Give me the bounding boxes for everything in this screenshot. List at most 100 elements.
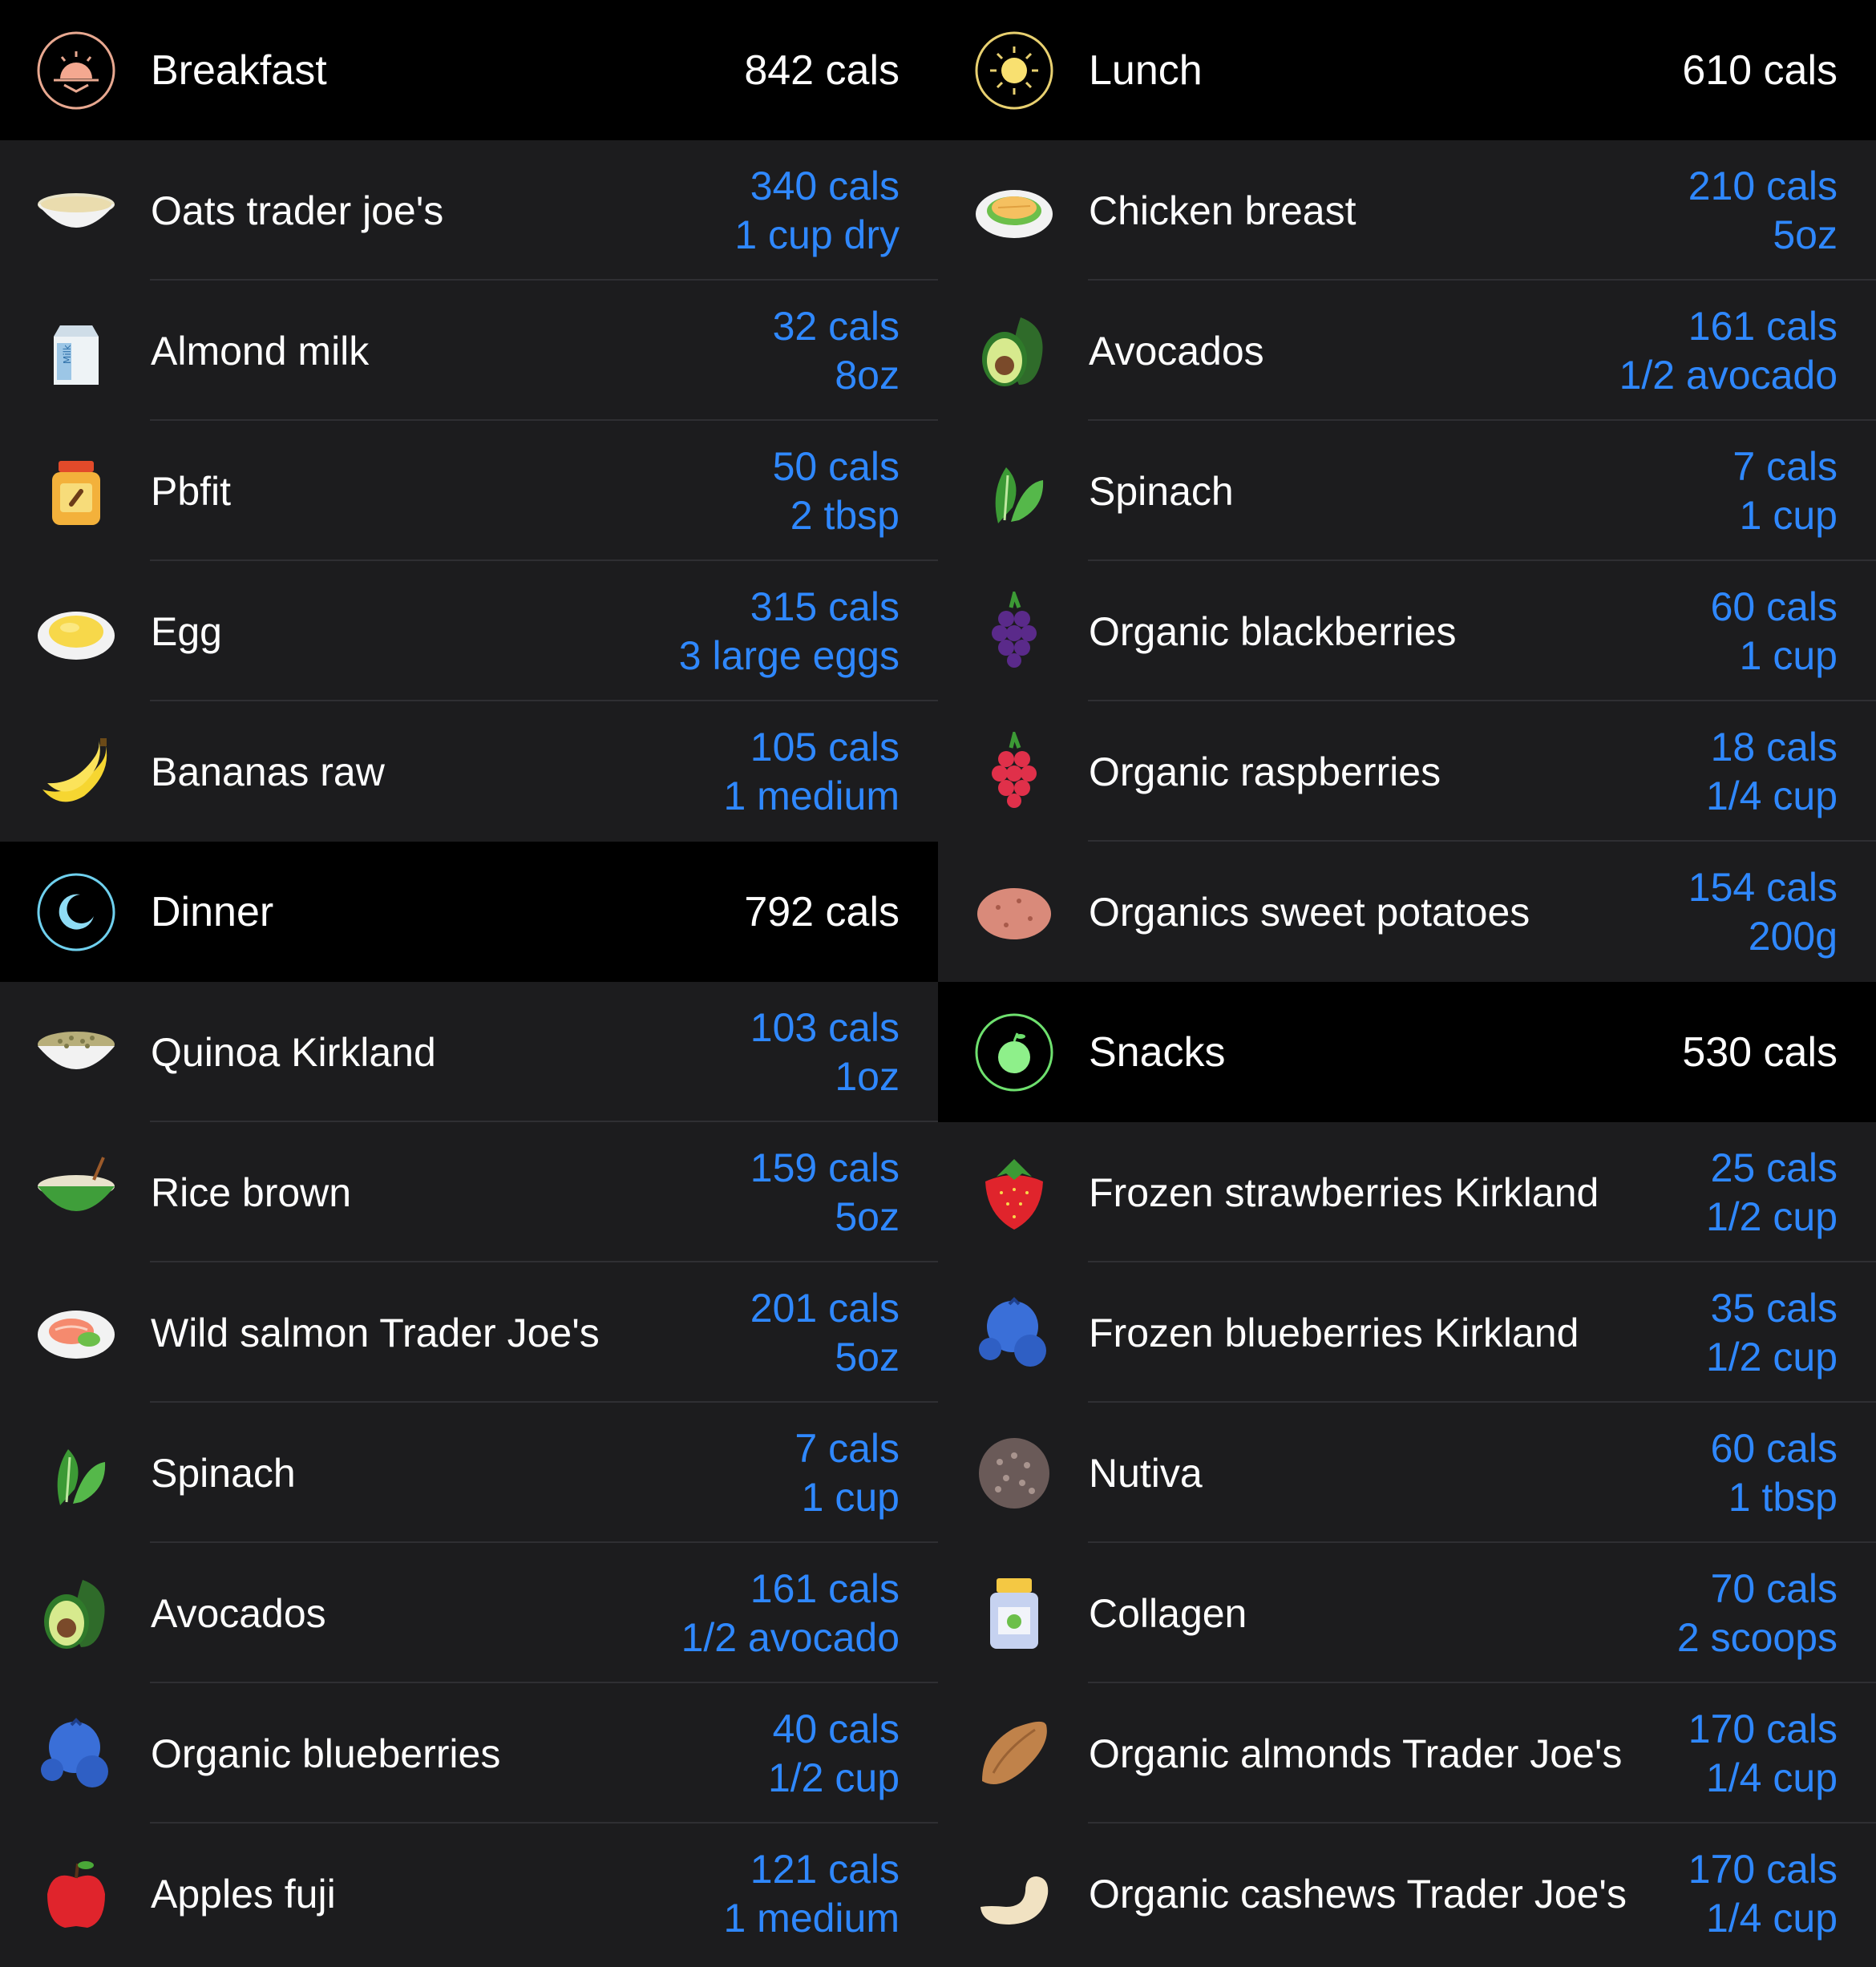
food-nutrition[interactable]: 340 cals 1 cup dry [734, 162, 900, 260]
food-row[interactable]: Nutiva 60 cals 1 tbsp [938, 1403, 1876, 1543]
food-calories: 170 cals [1688, 1706, 1838, 1751]
svg-text:Milk: Milk [62, 344, 73, 363]
food-row[interactable]: Quinoa Kirkland 103 cals 1oz [0, 982, 938, 1122]
food-name: Spinach [1089, 468, 1234, 514]
food-row[interactable]: Organic raspberries 18 cals 1/4 cup [938, 701, 1876, 842]
food-calories: 7 cals [1732, 443, 1838, 489]
food-name: Organic blackberries [1089, 608, 1457, 654]
food-calories: 161 cals [1688, 303, 1838, 349]
food-row[interactable]: Organic blackberries 60 cals 1 cup [938, 561, 1876, 701]
food-nutrition[interactable]: 25 cals 1/2 cup [1706, 1144, 1838, 1242]
food-calories: 25 cals [1710, 1145, 1838, 1190]
blueberries-icon [36, 1714, 116, 1794]
food-nutrition[interactable]: 170 cals 1/4 cup [1688, 1705, 1838, 1803]
food-calories: 60 cals [1710, 584, 1838, 629]
food-nutrition[interactable]: 159 cals 5oz [750, 1144, 900, 1242]
food-nutrition[interactable]: 7 cals 1 cup [794, 1424, 900, 1522]
food-nutrition[interactable]: 70 cals 2 scoops [1677, 1565, 1838, 1662]
food-nutrition[interactable]: 154 cals 200g [1688, 863, 1838, 961]
food-nutrition[interactable]: 60 cals 1 cup [1711, 583, 1838, 681]
food-row[interactable]: Collagen 70 cals 2 scoops [938, 1543, 1876, 1683]
food-nutrition[interactable]: 315 cals 3 large eggs [679, 583, 900, 681]
food-calories: 201 cals [750, 1285, 900, 1331]
chicken-plate-icon [974, 171, 1054, 251]
food-portion: 2 tbsp [790, 492, 900, 538]
food-row[interactable]: Frozen blueberries Kirkland 35 cals 1/2 cu… [938, 1262, 1876, 1403]
food-nutrition[interactable]: 60 cals 1 tbsp [1711, 1424, 1838, 1522]
food-row[interactable]: Frozen strawberries Kirkland 25 cals 1/2 c… [938, 1122, 1876, 1262]
food-row[interactable]: Chicken breast 210 cals 5oz [938, 140, 1876, 281]
food-name: Frozen blueberries Kirkland [1089, 1310, 1579, 1355]
peanut-butter-jar-icon [36, 451, 116, 531]
food-row[interactable]: Rice brown 159 cals 5oz [0, 1122, 938, 1262]
food-nutrition[interactable]: 32 cals 8oz [773, 302, 900, 400]
dinner-total-calories: 792 cals [744, 888, 900, 935]
sunrise-icon [36, 30, 116, 111]
food-row[interactable]: Organic cashews Trader Joe's 170 cals 1/4 … [938, 1824, 1876, 1964]
breakfast-header[interactable]: Breakfast 842 cals [0, 0, 938, 140]
food-calories: 170 cals [1688, 1846, 1838, 1892]
food-calories: 35 cals [1710, 1285, 1838, 1331]
food-row[interactable]: Avocados 161 cals 1/2 avocado [0, 1543, 938, 1683]
food-portion: 1 cup [1739, 492, 1838, 538]
food-name: Wild salmon Trader Joe's [151, 1310, 600, 1355]
cashew-icon [974, 1854, 1054, 1934]
food-portion: 1 cup dry [734, 212, 900, 257]
apple-icon [36, 1854, 116, 1934]
spinach-icon [974, 451, 1054, 531]
food-nutrition[interactable]: 105 cals 1 medium [723, 723, 900, 821]
sweet-potato-icon [974, 872, 1054, 952]
food-calories: 315 cals [750, 584, 900, 629]
food-name: Organics sweet potatoes [1089, 889, 1530, 935]
food-row[interactable]: Egg 315 cals 3 large eggs [0, 561, 938, 701]
food-name: Organic almonds Trader Joe's [1089, 1731, 1623, 1776]
food-calories: 70 cals [1710, 1565, 1838, 1611]
food-row[interactable]: Spinach 7 cals 1 cup [0, 1403, 938, 1543]
sun-icon [974, 30, 1054, 111]
food-name: Avocados [151, 1590, 326, 1636]
food-row[interactable]: Milk Almond milk 32 cals 8oz [0, 281, 938, 421]
food-calories: 105 cals [750, 724, 900, 769]
food-portion: 200g [1748, 913, 1838, 959]
snacks-header[interactable]: Snacks 530 cals [938, 982, 1876, 1122]
food-nutrition[interactable]: 210 cals 5oz [1688, 162, 1838, 260]
food-calories: 154 cals [1688, 864, 1838, 910]
food-nutrition[interactable]: 103 cals 1oz [750, 1004, 900, 1101]
breakfast-total-calories: 842 cals [744, 46, 900, 94]
quinoa-bowl-icon [36, 1012, 116, 1093]
dinner-title: Dinner [151, 888, 274, 935]
food-nutrition[interactable]: 7 cals 1 cup [1732, 442, 1838, 540]
food-name: Pbfit [151, 468, 232, 514]
food-nutrition[interactable]: 170 cals 1/4 cup [1688, 1845, 1838, 1943]
dinner-header[interactable]: Dinner 792 cals [0, 842, 938, 982]
food-row[interactable]: Organic blueberries 40 cals 1/2 cup [0, 1683, 938, 1824]
food-row[interactable]: Bananas raw 105 cals 1 medium [0, 701, 938, 842]
food-calories: 60 cals [1710, 1425, 1838, 1471]
milk-carton-icon: Milk [36, 311, 116, 391]
food-nutrition[interactable]: 40 cals 1/2 cup [768, 1705, 900, 1803]
food-nutrition[interactable]: 201 cals 5oz [750, 1284, 900, 1382]
food-portion: 1/4 cup [1705, 1895, 1838, 1941]
lunch-header[interactable]: Lunch 610 cals [938, 0, 1876, 140]
food-row[interactable]: Spinach 7 cals 1 cup [938, 421, 1876, 561]
food-row[interactable]: Apples fuji 121 cals 1 medium [0, 1824, 938, 1964]
food-portion: 5oz [835, 1194, 900, 1239]
food-row[interactable]: Organic almonds Trader Joe's 170 cals 1/4 … [938, 1683, 1876, 1824]
food-nutrition[interactable]: 18 cals 1/4 cup [1706, 723, 1838, 821]
food-nutrition[interactable]: 161 cals 1/2 avocado [1619, 302, 1838, 400]
left-column: Breakfast 842 cals Oats trader joe's 340 ca… [0, 0, 938, 1964]
food-row[interactable]: Oats trader joe's 340 cals 1 cup dry [0, 140, 938, 281]
food-calories: 18 cals [1710, 724, 1838, 769]
food-row[interactable]: Pbfit 50 cals 2 tbsp [0, 421, 938, 561]
snacks-title: Snacks [1089, 1028, 1226, 1076]
food-nutrition[interactable]: 161 cals 1/2 avocado [681, 1565, 900, 1662]
strawberry-icon [974, 1153, 1054, 1233]
food-name: Chicken breast [1089, 188, 1356, 233]
food-name: Organic cashews Trader Joe's [1089, 1871, 1627, 1917]
food-nutrition[interactable]: 121 cals 1 medium [723, 1845, 900, 1943]
food-nutrition[interactable]: 50 cals 2 tbsp [773, 442, 900, 540]
food-row[interactable]: Avocados 161 cals 1/2 avocado [938, 281, 1876, 421]
food-row[interactable]: Wild salmon Trader Joe's 201 cals 5oz [0, 1262, 938, 1403]
food-row[interactable]: Organics sweet potatoes 154 cals 200g [938, 842, 1876, 982]
food-nutrition[interactable]: 35 cals 1/2 cup [1706, 1284, 1838, 1382]
